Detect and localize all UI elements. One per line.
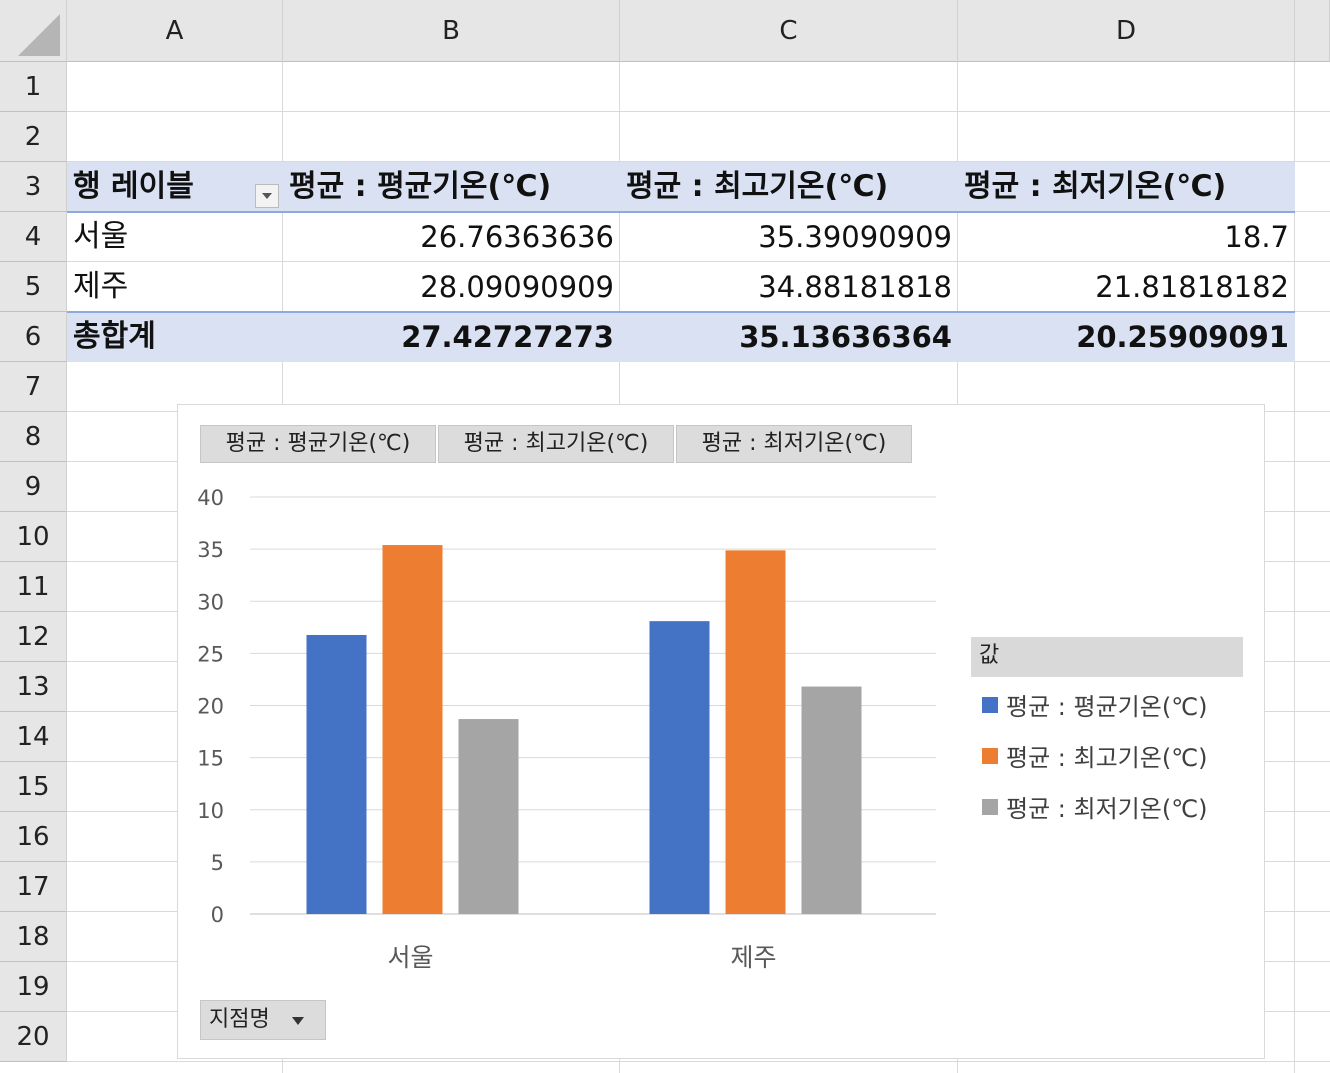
column-header-a[interactable]: A	[67, 0, 283, 62]
row-header-15[interactable]: 15	[0, 762, 67, 812]
row-header-8[interactable]: 8	[0, 412, 67, 462]
row-header-9[interactable]: 9	[0, 462, 67, 512]
bar	[306, 634, 367, 914]
legend-label-min: 평균 : 최저기온(℃)	[1006, 795, 1208, 823]
column-header-e[interactable]	[1295, 0, 1330, 62]
row-label-filter-button[interactable]	[255, 184, 279, 208]
legend-item-avg[interactable]: 평균 : 평균기온(℃)	[982, 687, 1208, 722]
row-header-14[interactable]: 14	[0, 712, 67, 762]
legend-item-min[interactable]: 평균 : 최저기온(℃)	[982, 789, 1208, 824]
pivot-total-avg[interactable]: 27.42727273	[283, 312, 614, 362]
row-header-13[interactable]: 13	[0, 662, 67, 712]
row-header-19[interactable]: 19	[0, 962, 67, 1012]
pivot-header-min-temp[interactable]: 평균 : 최저기온(℃)	[964, 162, 1226, 212]
column-header-d[interactable]: D	[958, 0, 1295, 62]
pivot-cell-jeju-avg[interactable]: 28.09090909	[283, 262, 614, 312]
legend-item-max[interactable]: 평균 : 최고기온(℃)	[982, 738, 1208, 773]
grid-row-line	[67, 1061, 1330, 1062]
bar	[801, 686, 862, 914]
pivot-grand-total-label[interactable]: 총합계	[73, 312, 156, 362]
y-tick-label: 10	[197, 799, 224, 823]
row-header-4[interactable]: 4	[0, 212, 67, 262]
row-header-1[interactable]: 1	[0, 62, 67, 112]
row-header-11[interactable]: 11	[0, 562, 67, 612]
legend-label-avg: 평균 : 평균기온(℃)	[1006, 693, 1208, 721]
row-header-18[interactable]: 18	[0, 912, 67, 962]
pivot-row-label-header[interactable]: 행 레이블	[73, 162, 194, 212]
y-tick-label: 40	[197, 486, 224, 510]
row-header-20[interactable]: 20	[0, 1012, 67, 1062]
legend-swatch-avg	[982, 696, 998, 713]
row-header-2[interactable]: 2	[0, 112, 67, 162]
y-tick-label: 35	[197, 538, 224, 562]
pivot-cell-jeju-min[interactable]: 21.81818182	[958, 262, 1289, 312]
row-header-10[interactable]: 10	[0, 512, 67, 562]
y-tick-label: 20	[197, 695, 224, 719]
pivot-row-label-jeju[interactable]: 제주	[73, 262, 128, 312]
column-header-b[interactable]: B	[283, 0, 620, 62]
y-tick-label: 0	[211, 903, 224, 927]
grid-row-line	[67, 111, 1330, 112]
chevron-down-icon	[262, 193, 272, 199]
row-header-6[interactable]: 6	[0, 312, 67, 362]
legend-swatch-min	[982, 798, 998, 815]
row-header-7[interactable]: 7	[0, 362, 67, 412]
column-header-c[interactable]: C	[620, 0, 958, 62]
chart-plot-area: 0 5 10 15 20 25 30 35 40 서울 제주	[197, 486, 936, 972]
axis-field-button[interactable]: 지점명	[200, 1000, 326, 1040]
pivot-total-max[interactable]: 35.13636364	[620, 312, 952, 362]
row-header-5[interactable]: 5	[0, 262, 67, 312]
y-tick-label: 25	[197, 642, 224, 666]
select-all-triangle-icon	[18, 13, 60, 56]
bar	[382, 545, 443, 914]
select-all-corner[interactable]	[0, 0, 67, 62]
pivot-cell-seoul-avg[interactable]: 26.76363636	[283, 212, 614, 262]
pivot-cell-jeju-max[interactable]: 34.88181818	[620, 262, 952, 312]
pivot-chart[interactable]: 평균 : 평균기온(℃) 평균 : 최고기온(℃) 평균 : 최저기온(℃) 0…	[177, 404, 1265, 1059]
x-tick-label: 서울	[387, 943, 433, 972]
pivot-header-avg-temp[interactable]: 평균 : 평균기온(℃)	[289, 162, 551, 212]
pivot-cell-seoul-min[interactable]: 18.7	[958, 212, 1289, 262]
legend-swatch-max	[982, 747, 998, 764]
bar	[649, 621, 710, 914]
row-header-3[interactable]: 3	[0, 162, 67, 212]
row-header-17[interactable]: 17	[0, 862, 67, 912]
grid-column-line	[1294, 62, 1295, 1073]
legend-title: 값	[971, 637, 1243, 677]
pivot-total-min[interactable]: 20.25909091	[958, 312, 1289, 362]
legend-label-max: 평균 : 최고기온(℃)	[1006, 744, 1208, 772]
row-header-12[interactable]: 12	[0, 612, 67, 662]
pivot-cell-seoul-max[interactable]: 35.39090909	[620, 212, 952, 262]
bar	[725, 550, 786, 914]
x-tick-label: 제주	[730, 943, 776, 972]
pivot-row-label-seoul[interactable]: 서울	[73, 212, 128, 262]
y-tick-label: 5	[211, 851, 224, 875]
bar	[458, 719, 519, 914]
row-header-16[interactable]: 16	[0, 812, 67, 862]
axis-field-label: 지점명	[209, 1007, 270, 1032]
y-tick-label: 15	[197, 747, 224, 771]
y-tick-label: 30	[197, 590, 224, 614]
dropdown-arrow-icon	[291, 1017, 304, 1025]
pivot-header-max-temp[interactable]: 평균 : 최고기온(℃)	[626, 162, 888, 212]
